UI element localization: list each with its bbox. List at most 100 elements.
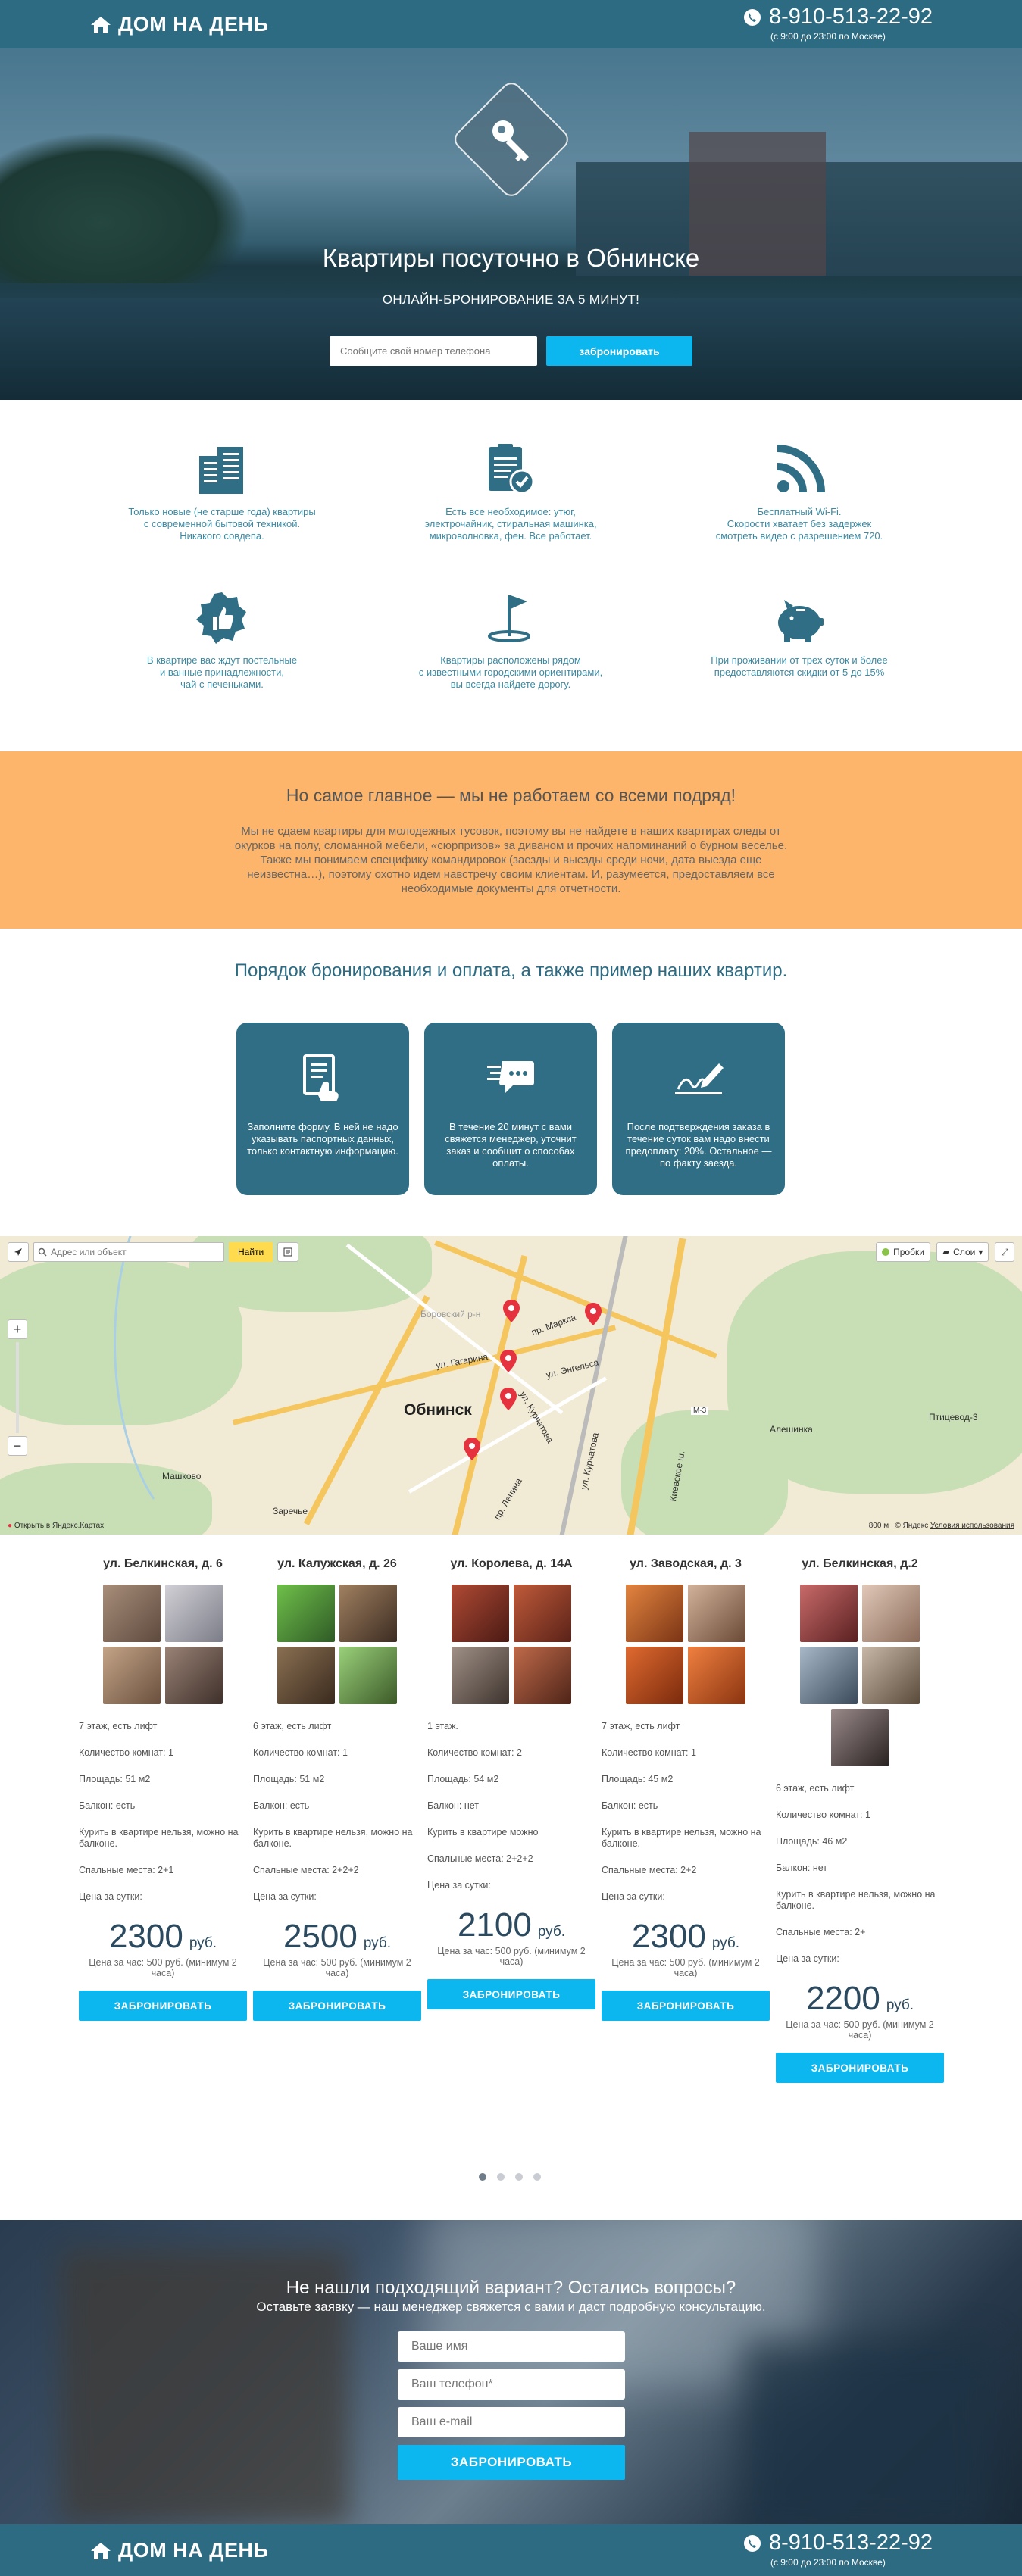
carousel-dot[interactable] xyxy=(515,2173,523,2181)
listing-photo[interactable] xyxy=(514,1647,571,1704)
hero-book-button[interactable]: забронировать xyxy=(546,336,692,366)
listing-rooms: Количество комнат: 2 xyxy=(427,1747,522,1758)
listing-rooms: Количество комнат: 1 xyxy=(253,1747,348,1758)
phone-number[interactable]: 8-910-513-22-92 xyxy=(769,5,933,30)
listing-smoking: Курить в квартире нельзя, можно на балко… xyxy=(79,1827,239,1849)
map-layers-button[interactable]: ▰ Слои ▾ xyxy=(936,1242,989,1262)
listing-photo[interactable] xyxy=(165,1585,223,1642)
contact-form: ЗАБРОНИРОВАТЬ xyxy=(398,2331,625,2480)
listing-book-button[interactable]: ЗАБРОНИРОВАТЬ xyxy=(602,1991,770,2021)
map-pin[interactable] xyxy=(503,1300,520,1322)
listing-photo[interactable] xyxy=(800,1585,858,1642)
feature-text: Только новые (не старше года) квартиры с… xyxy=(128,506,316,542)
price-value: 2300 xyxy=(631,1918,706,1955)
map-footer-right: 800 м © Яндекс Условия использования xyxy=(869,1522,1014,1530)
phone-icon xyxy=(743,8,761,26)
map-pin[interactable] xyxy=(464,1438,480,1460)
logo[interactable]: ДОМ НА ДЕНЬ xyxy=(89,13,268,36)
listing-photo[interactable] xyxy=(514,1585,571,1642)
listing-price-label: Цена за сутки: xyxy=(427,1880,491,1891)
listing-photo[interactable] xyxy=(103,1585,161,1642)
map-pin[interactable] xyxy=(500,1388,517,1410)
map-label: Боровский р-н xyxy=(420,1309,481,1319)
listing-photo[interactable] xyxy=(277,1647,335,1704)
map-terms-link[interactable]: Условия использования xyxy=(930,1522,1014,1530)
map-label: Птицевод-3 xyxy=(929,1412,978,1422)
listing-card: ул. Королева, д. 14А 1 этаж. Количество … xyxy=(427,1557,595,2009)
listing-photo[interactable] xyxy=(452,1647,509,1704)
listing-photo[interactable] xyxy=(626,1585,683,1642)
carousel-dot[interactable] xyxy=(497,2173,505,2181)
listing-photo[interactable] xyxy=(626,1647,683,1704)
brand-name: ДОМ НА ДЕНЬ xyxy=(118,13,269,36)
price-hourly: Цена за час: 500 руб. (минимум 2 часа) xyxy=(611,1957,760,1978)
listing-photo[interactable] xyxy=(862,1647,920,1704)
contact-submit-button[interactable]: ЗАБРОНИРОВАТЬ xyxy=(398,2445,625,2480)
map-route-button[interactable] xyxy=(277,1242,299,1262)
listing-photo[interactable] xyxy=(339,1647,397,1704)
listing-rooms: Количество комнат: 1 xyxy=(79,1747,173,1758)
listings-section: ул. Белкинская, д. 6 7 этаж, есть лифт К… xyxy=(0,1535,1022,2220)
listing-photo[interactable] xyxy=(688,1585,745,1642)
listing-address: ул. Королева, д. 14А xyxy=(450,1557,573,1570)
listing-photo[interactable] xyxy=(831,1709,889,1766)
listing-photo[interactable] xyxy=(165,1647,223,1704)
map-widget[interactable]: Обнинск Боровский р-н пр. Маркса ул. Гаг… xyxy=(0,1236,1022,1535)
map-open-link[interactable]: ● Открыть в Яндекс.Картах xyxy=(8,1522,104,1530)
listing-photo[interactable] xyxy=(277,1585,335,1642)
listing-photo[interactable] xyxy=(862,1585,920,1642)
step-text: Заполните форму. В ней не надо указывать… xyxy=(247,1121,398,1157)
price-hourly: Цена за час: 500 руб. (минимум 2 часа) xyxy=(437,1946,586,1967)
map-locate-button[interactable] xyxy=(8,1242,29,1262)
listing-floor: 6 этаж, есть лифт xyxy=(253,1721,332,1731)
form-icon xyxy=(303,1054,339,1101)
step-text: После подтверждения заказа в течение сут… xyxy=(625,1121,772,1169)
map-traffic-button[interactable]: Пробки xyxy=(876,1242,930,1262)
map-zoom-control: + − xyxy=(8,1319,27,1456)
listing-area: Площадь: 51 м2 xyxy=(253,1774,325,1784)
listing-address: ул. Белкинская, д. 6 xyxy=(103,1557,223,1570)
listing-photo[interactable] xyxy=(452,1585,509,1642)
email-field[interactable] xyxy=(398,2407,625,2437)
listing-book-button[interactable]: ЗАБРОНИРОВАТЬ xyxy=(776,2053,944,2083)
listing-book-button[interactable]: ЗАБРОНИРОВАТЬ xyxy=(79,1991,247,2021)
carousel-dot[interactable] xyxy=(533,2173,541,2181)
hero-phone-input[interactable] xyxy=(330,336,537,366)
listing-photos xyxy=(776,1585,944,1766)
layers-icon: ▰ xyxy=(942,1247,950,1257)
carousel-dot[interactable] xyxy=(479,2173,486,2181)
wifi-icon xyxy=(777,445,825,493)
phone-number[interactable]: 8-910-513-22-92 xyxy=(769,2531,933,2556)
step-prepayment: После подтверждения заказа в течение сут… xyxy=(612,1023,785,1195)
phone-field[interactable] xyxy=(398,2369,625,2400)
map-find-button[interactable]: Найти xyxy=(229,1242,273,1262)
order-title: Порядок бронирования и оплата, а также п… xyxy=(234,960,788,981)
footer-logo[interactable]: ДОМ НА ДЕНЬ xyxy=(89,2539,268,2562)
listing-floor: 1 этаж. xyxy=(427,1721,458,1731)
listing-book-button[interactable]: ЗАБРОНИРОВАТЬ xyxy=(253,1991,421,2021)
features-section: Только новые (не старше года) квартиры с… xyxy=(0,400,1022,751)
map-pin[interactable] xyxy=(500,1350,517,1372)
map-toolbar: Найти xyxy=(8,1242,299,1262)
listing-photo[interactable] xyxy=(103,1647,161,1704)
listing-balcony: Балкон: нет xyxy=(776,1863,828,1873)
map-pin[interactable] xyxy=(585,1303,602,1325)
footer: ДОМ НА ДЕНЬ 8-910-513-22-92 (с 9:00 до 2… xyxy=(0,2524,1022,2576)
map-search-input[interactable] xyxy=(33,1242,224,1262)
listing-photo[interactable] xyxy=(688,1647,745,1704)
zoom-in-button[interactable]: + xyxy=(8,1319,27,1339)
carousel-dots xyxy=(479,2173,541,2181)
zoom-out-button[interactable]: − xyxy=(8,1436,27,1456)
listing-photo[interactable] xyxy=(339,1585,397,1642)
map-fullscreen-button[interactable]: ⤢ xyxy=(995,1242,1014,1262)
house-icon xyxy=(91,2542,111,2559)
listing-balcony: Балкон: есть xyxy=(79,1800,136,1811)
name-field[interactable] xyxy=(398,2331,625,2362)
price-value: 2300 xyxy=(108,1918,183,1955)
listing-area: Площадь: 46 м2 xyxy=(776,1836,848,1847)
zoom-track[interactable] xyxy=(16,1342,19,1433)
listing-book-button[interactable]: ЗАБРОНИРОВАТЬ xyxy=(427,1979,595,2009)
listing-smoking: Курить в квартире нельзя, можно на балко… xyxy=(253,1827,413,1849)
price-value: 2200 xyxy=(805,1980,880,2017)
listing-photo[interactable] xyxy=(800,1647,858,1704)
